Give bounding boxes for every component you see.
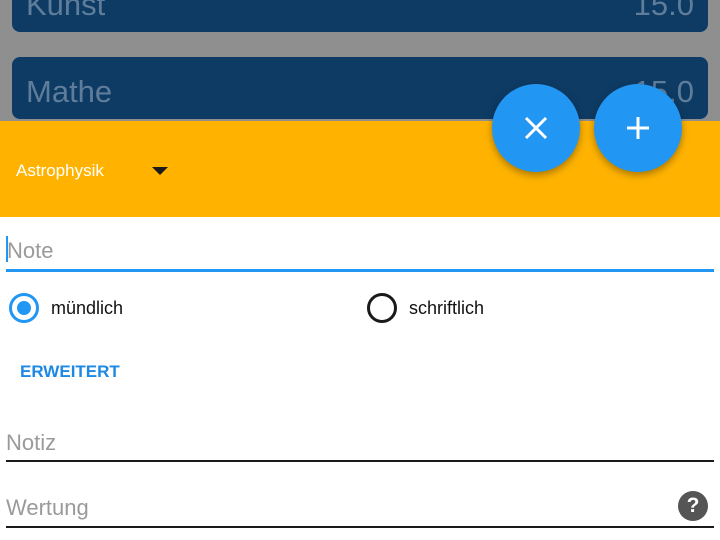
subject-card-kunst[interactable]: Kunst 15.0 xyxy=(12,0,708,32)
advanced-button[interactable]: ERWEITERT xyxy=(20,362,120,382)
wertung-underline xyxy=(6,526,714,528)
add-button[interactable] xyxy=(594,84,682,172)
note-placeholder: Note xyxy=(7,238,54,263)
notiz-input[interactable]: Notiz xyxy=(6,424,714,462)
close-icon xyxy=(524,116,548,140)
subject-dropdown[interactable]: Astrophysik xyxy=(16,159,168,183)
radio-muendlich[interactable]: mündlich xyxy=(9,291,123,325)
notiz-underline xyxy=(6,460,714,462)
note-input[interactable]: Note xyxy=(6,230,714,272)
radio-unchecked-icon xyxy=(367,293,397,323)
close-button[interactable] xyxy=(492,84,580,172)
plus-icon xyxy=(627,117,649,139)
wertung-input[interactable]: Wertung ? xyxy=(6,488,714,528)
radio-checked-icon xyxy=(9,293,39,323)
wertung-placeholder: Wertung xyxy=(6,495,89,520)
subject-name: Kunst xyxy=(26,0,106,22)
note-underline xyxy=(6,269,714,272)
subject-dropdown-label: Astrophysik xyxy=(16,161,104,180)
radio-label: schriftlich xyxy=(409,297,485,318)
radio-label: mündlich xyxy=(51,297,124,318)
radio-schriftlich[interactable]: schriftlich xyxy=(367,291,484,325)
subject-grade: 15.0 xyxy=(633,0,694,22)
help-icon[interactable]: ? xyxy=(678,491,708,521)
caret-down-icon xyxy=(151,167,168,175)
notiz-placeholder: Notiz xyxy=(6,430,57,455)
subject-name: Mathe xyxy=(26,74,113,109)
